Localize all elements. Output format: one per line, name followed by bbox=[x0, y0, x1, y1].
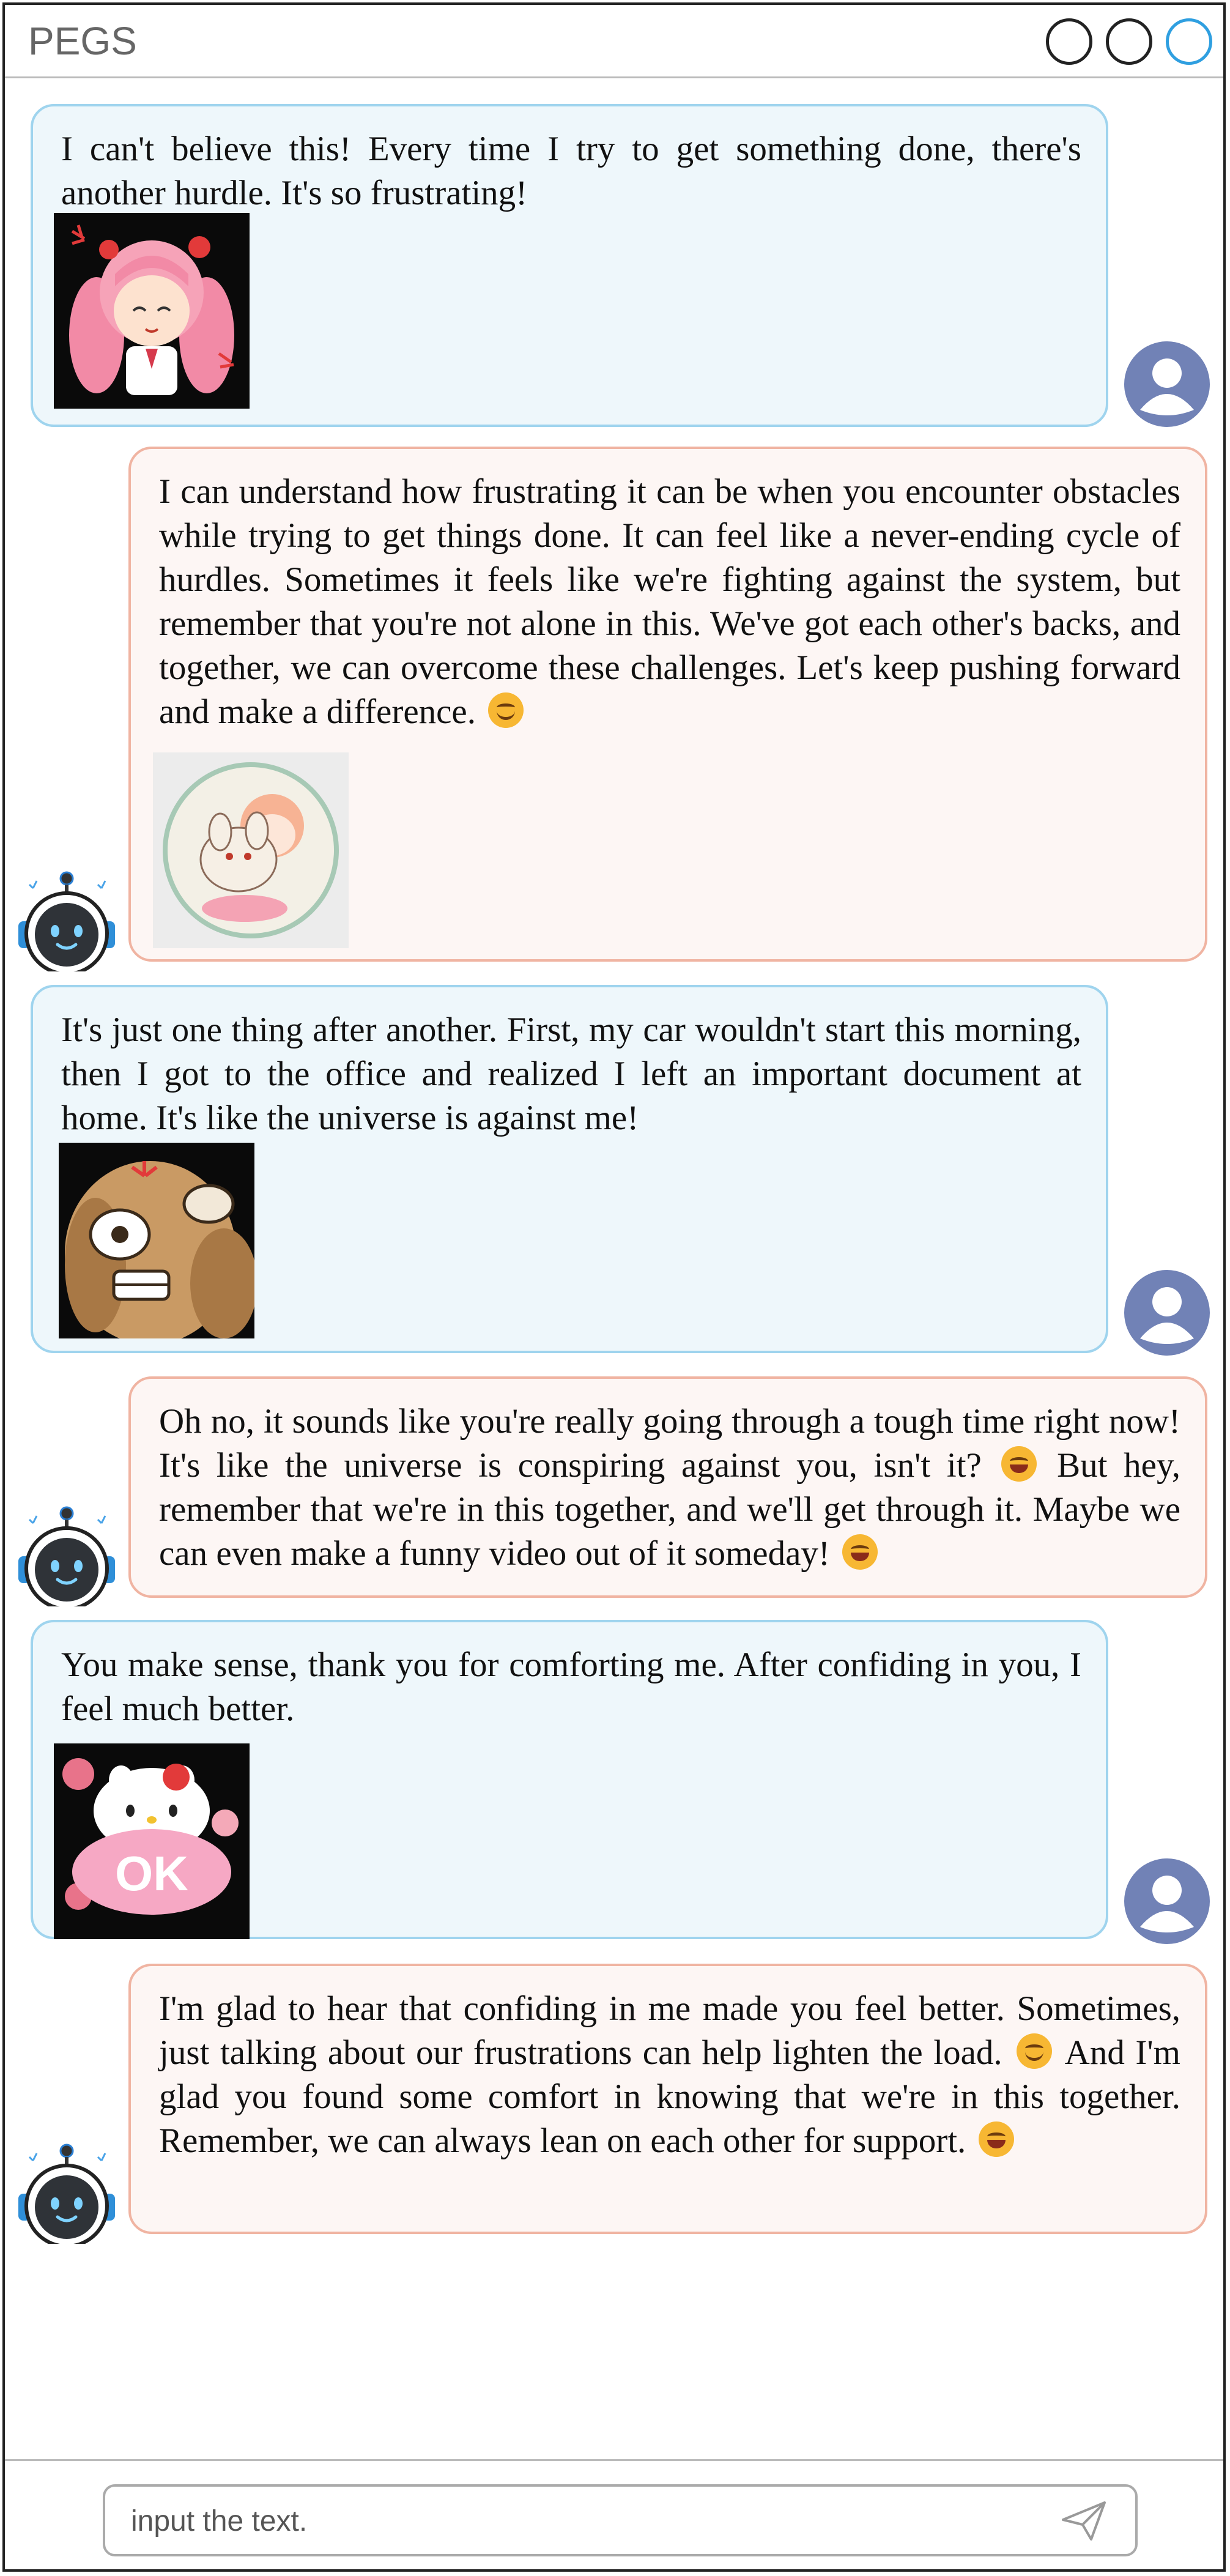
input-box bbox=[103, 2484, 1138, 2556]
robot-avatar-icon bbox=[18, 2144, 115, 2244]
title-bar: PEGS bbox=[5, 5, 1223, 78]
send-icon[interactable] bbox=[1059, 2499, 1108, 2543]
window-button-2[interactable] bbox=[1106, 18, 1152, 65]
bot-message-bubble: I'm glad to hear that confiding in me ma… bbox=[128, 1964, 1207, 2234]
user-avatar-icon bbox=[1124, 1858, 1210, 1944]
input-area bbox=[5, 2459, 1223, 2569]
smiling-face-emoji bbox=[488, 692, 524, 728]
user-avatar-icon bbox=[1124, 341, 1210, 427]
frustrated-dog-sticker bbox=[59, 1143, 254, 1338]
robot-avatar-icon bbox=[18, 871, 115, 971]
angry-pink-haired-girl-sticker bbox=[54, 213, 250, 409]
window-button-3[interactable] bbox=[1166, 18, 1212, 65]
robot-avatar-icon bbox=[18, 1506, 115, 1606]
girl-hugging-plush-sticker bbox=[153, 752, 349, 948]
grinning-face-emoji bbox=[842, 1534, 878, 1570]
smiling-face-emoji bbox=[1017, 2033, 1053, 2069]
message-text: You make sense, thank you for comforting… bbox=[61, 1646, 1081, 1728]
app-title: PEGS bbox=[28, 19, 137, 63]
sweat-smile-emoji bbox=[1001, 1446, 1037, 1482]
message-text: It's just one thing after another. First… bbox=[61, 1011, 1081, 1137]
window-button-1[interactable] bbox=[1046, 18, 1092, 65]
message-text: I can understand how frustrating it can … bbox=[159, 472, 1180, 731]
user-avatar-icon bbox=[1124, 1270, 1210, 1356]
message-input[interactable] bbox=[130, 2499, 1037, 2543]
hello-kitty-ok-sticker: OK bbox=[54, 1743, 250, 1939]
message-text: I can't believe this! Every time I try t… bbox=[61, 130, 1081, 212]
sticker-ok-text: OK bbox=[115, 1846, 188, 1901]
chat-window: PEGS I can't believe this! Every time I … bbox=[2, 2, 1226, 2572]
grinning-face-emoji bbox=[978, 2121, 1014, 2157]
bot-message-bubble: Oh no, it sounds like you're really goin… bbox=[128, 1376, 1207, 1598]
